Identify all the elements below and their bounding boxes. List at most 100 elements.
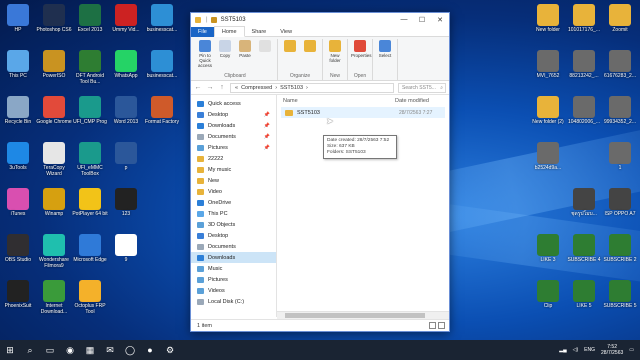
notification-icon[interactable]: ▭ (629, 347, 634, 353)
pin-to-quick-access-button[interactable]: Pin to Quick access (196, 39, 214, 73)
nav-item[interactable]: Pictures 📌 (191, 142, 276, 153)
clock[interactable]: 7:52 28/7/2563 (601, 344, 623, 356)
desktop-icon[interactable]: SUBSCRIBE 4 (566, 234, 602, 263)
back-arrow-icon[interactable]: ← (194, 84, 202, 91)
taskbar-app-icon[interactable]: ▦ (80, 340, 100, 360)
desktop-icon[interactable]: SUBSCRIBE 2 (602, 234, 638, 263)
desktop-icon[interactable]: UFI_eMMC ToolBox (72, 142, 108, 177)
desktop-icon[interactable]: 101017176_... (566, 4, 602, 33)
scrollbar-thumb[interactable] (285, 313, 425, 318)
nav-item[interactable]: Quick access (191, 98, 276, 109)
desktop-icon[interactable]: Excel 2013 (72, 4, 108, 33)
tab-view[interactable]: View (273, 27, 299, 37)
copy-to-button[interactable] (301, 39, 319, 73)
taskbar-app-icon[interactable]: ✉ (100, 340, 120, 360)
nav-item[interactable]: New (191, 175, 276, 186)
large-icons-view-icon[interactable] (438, 322, 445, 329)
maximize-button[interactable]: ☐ (413, 16, 431, 24)
desktop-icon[interactable]: HP (0, 4, 36, 33)
taskbar-app-icon[interactable]: ▭ (40, 340, 60, 360)
desktop-icon[interactable]: 61676283_2... (602, 50, 638, 79)
move-to-button[interactable] (281, 39, 299, 73)
desktop-icon[interactable]: MVI_7652 (530, 50, 566, 79)
desktop-icon[interactable]: SUBSCRIBE 5 (602, 280, 638, 309)
desktop-icon[interactable]: OBS Studio (0, 234, 36, 263)
nav-item[interactable]: 3D Objects (191, 219, 276, 230)
taskbar-app-icon[interactable]: ⊞ (0, 340, 20, 360)
desktop-icon[interactable]: Recycle Bin (0, 96, 36, 125)
desktop-icon[interactable]: UFI_CMP Prog (72, 96, 108, 125)
nav-item[interactable]: Videos (191, 285, 276, 296)
desktop-icon[interactable]: This PC (0, 50, 36, 79)
taskbar-app-icon[interactable]: ● (140, 340, 160, 360)
select-button[interactable]: Select (376, 39, 394, 80)
desktop-icon[interactable]: Wondershare Filmora9 (36, 234, 72, 269)
nav-item[interactable]: Downloads 📌 (191, 120, 276, 131)
breadcrumb-overflow[interactable]: « (235, 85, 238, 91)
forward-arrow-icon[interactable]: → (206, 84, 214, 91)
address-bar[interactable]: « Compressed › SST5103 › (230, 82, 394, 93)
desktop-icon[interactable]: Internet Download... (36, 280, 72, 315)
nav-item[interactable]: Video (191, 186, 276, 197)
desktop-icon[interactable]: ISP OPPO A7 (602, 188, 638, 217)
nav-item[interactable]: Documents (191, 241, 276, 252)
desktop-icon[interactable]: Winamp (36, 188, 72, 217)
desktop-icon[interactable]: Format Factory (144, 96, 180, 125)
desktop-icon[interactable]: PotPlayer 64 bit (72, 188, 108, 217)
cut-button[interactable] (256, 39, 274, 73)
desktop-icon[interactable]: Microsoft Edge (72, 234, 108, 263)
minimize-button[interactable]: — (395, 16, 413, 24)
desktop-icon[interactable]: 9 (108, 234, 144, 263)
network-icon[interactable]: ▂▄ (559, 347, 566, 353)
column-name[interactable]: Name (283, 98, 395, 104)
desktop-icon[interactable]: LIKE 3 (530, 234, 566, 263)
desktop-icon[interactable]: LIKE 5 (566, 280, 602, 309)
volume-icon[interactable]: ◁) (573, 347, 579, 353)
desktop-icon[interactable]: 3uTools (0, 142, 36, 171)
nav-item[interactable]: Desktop (191, 230, 276, 241)
copy-button[interactable]: Copy (216, 39, 234, 73)
nav-item[interactable]: My music (191, 164, 276, 175)
column-date-modified[interactable]: Date modified (395, 98, 429, 104)
tab-home[interactable]: Home (213, 26, 245, 37)
desktop-icon[interactable]: iTunes (0, 188, 36, 217)
horizontal-scrollbar[interactable] (277, 311, 449, 319)
language-indicator[interactable]: ENG (584, 347, 595, 353)
file-row[interactable]: SST5103 28/7/2563 7:27 (281, 107, 445, 118)
desktop-icon[interactable]: businesscat... (144, 4, 180, 33)
desktop-icon[interactable]: Google Chrome (36, 96, 72, 125)
desktop-icon[interactable]: PowerISO (36, 50, 72, 79)
desktop-icon[interactable]: DFT Android Tool Bu... (72, 50, 108, 85)
nav-item[interactable]: Pictures (191, 274, 276, 285)
desktop-icon[interactable]: TeraCopy Wizard (36, 142, 72, 177)
pin-icon[interactable]: 📌 (264, 112, 270, 118)
nav-item[interactable]: Local Disk (C:) (191, 296, 276, 307)
desktop-icon[interactable]: New folder (530, 4, 566, 33)
desktop-icon[interactable]: New folder (2) (530, 96, 566, 125)
desktop-icon[interactable]: Photoshop CS6 (36, 4, 72, 33)
pin-icon[interactable]: 📌 (264, 145, 270, 151)
desktop-icon[interactable]: p (108, 142, 144, 171)
desktop-icon[interactable]: WhatsApp (108, 50, 144, 79)
nav-item[interactable]: Desktop 📌 (191, 109, 276, 120)
nav-item[interactable]: OneDrive (191, 197, 276, 208)
desktop-icon[interactable]: 123 (108, 188, 144, 217)
desktop-icon[interactable]: Zoomit (602, 4, 638, 33)
new-folder-button[interactable]: New folder (326, 39, 344, 73)
desktop-icon[interactable]: b2524d9a... (530, 142, 566, 171)
nav-item[interactable]: 22222 (191, 153, 276, 164)
desktop-icon[interactable]: ชุดรูปโมบ... (566, 188, 602, 217)
tab-share[interactable]: Share (245, 27, 274, 37)
breadcrumb-compressed[interactable]: Compressed (241, 85, 272, 91)
desktop-icon[interactable]: Octoplus FRP Tool (72, 280, 108, 315)
up-arrow-icon[interactable]: ↑ (218, 84, 226, 91)
nav-item[interactable]: Music (191, 263, 276, 274)
desktop-icon[interactable]: 104802006_... (566, 96, 602, 125)
desktop-icon[interactable]: Clip (530, 280, 566, 309)
taskbar-app-icon[interactable]: ◯ (120, 340, 140, 360)
tab-file[interactable]: File (191, 26, 214, 37)
properties-button[interactable]: Properties (351, 39, 372, 73)
nav-item[interactable]: Documents 📌 (191, 131, 276, 142)
desktop-icon[interactable]: PhoenixSuit (0, 280, 36, 309)
taskbar-app-icon[interactable]: ◉ (60, 340, 80, 360)
